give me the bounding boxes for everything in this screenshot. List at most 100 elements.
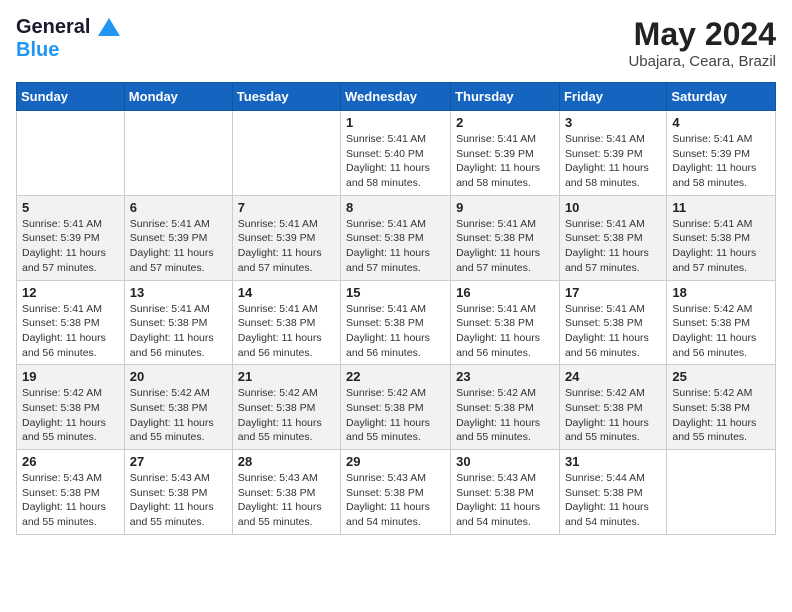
day-info-line: Sunrise: 5:44 AM bbox=[565, 471, 661, 486]
day-info-line: Daylight: 11 hours and 58 minutes. bbox=[346, 161, 445, 190]
calendar-day: 14Sunrise: 5:41 AMSunset: 5:38 PMDayligh… bbox=[232, 280, 340, 365]
day-info-line: Daylight: 11 hours and 56 minutes. bbox=[456, 331, 554, 360]
day-number: 6 bbox=[130, 200, 227, 215]
calendar-day: 30Sunrise: 5:43 AMSunset: 5:38 PMDayligh… bbox=[451, 450, 560, 535]
day-info-line: Daylight: 11 hours and 55 minutes. bbox=[130, 500, 227, 529]
day-info-line: Sunset: 5:38 PM bbox=[238, 486, 335, 501]
day-info: Sunrise: 5:44 AMSunset: 5:38 PMDaylight:… bbox=[565, 471, 661, 530]
col-saturday: Saturday bbox=[667, 83, 776, 111]
day-info-line: Daylight: 11 hours and 57 minutes. bbox=[130, 246, 227, 275]
day-info-line: Sunset: 5:38 PM bbox=[672, 231, 770, 246]
location: Ubajara, Ceara, Brazil bbox=[628, 53, 776, 70]
day-info-line: Daylight: 11 hours and 54 minutes. bbox=[456, 500, 554, 529]
day-info: Sunrise: 5:42 AMSunset: 5:38 PMDaylight:… bbox=[130, 386, 227, 445]
day-info-line: Sunrise: 5:41 AM bbox=[456, 302, 554, 317]
day-info-line: Sunrise: 5:41 AM bbox=[346, 132, 445, 147]
day-info: Sunrise: 5:41 AMSunset: 5:38 PMDaylight:… bbox=[130, 302, 227, 361]
day-info-line: Sunset: 5:39 PM bbox=[565, 147, 661, 162]
day-info-line: Daylight: 11 hours and 54 minutes. bbox=[346, 500, 445, 529]
calendar-day: 5Sunrise: 5:41 AMSunset: 5:39 PMDaylight… bbox=[17, 195, 125, 280]
day-number: 9 bbox=[456, 200, 554, 215]
day-info: Sunrise: 5:41 AMSunset: 5:38 PMDaylight:… bbox=[346, 217, 445, 276]
calendar-day bbox=[124, 111, 232, 196]
col-tuesday: Tuesday bbox=[232, 83, 340, 111]
day-info-line: Daylight: 11 hours and 58 minutes. bbox=[672, 161, 770, 190]
day-info-line: Sunrise: 5:43 AM bbox=[22, 471, 119, 486]
calendar-day: 4Sunrise: 5:41 AMSunset: 5:39 PMDaylight… bbox=[667, 111, 776, 196]
calendar-day: 3Sunrise: 5:41 AMSunset: 5:39 PMDaylight… bbox=[559, 111, 666, 196]
day-info-line: Sunrise: 5:42 AM bbox=[565, 386, 661, 401]
calendar-week-1: 1Sunrise: 5:41 AMSunset: 5:40 PMDaylight… bbox=[17, 111, 776, 196]
day-info-line: Daylight: 11 hours and 57 minutes. bbox=[346, 246, 445, 275]
day-info-line: Sunrise: 5:43 AM bbox=[130, 471, 227, 486]
calendar-day: 7Sunrise: 5:41 AMSunset: 5:39 PMDaylight… bbox=[232, 195, 340, 280]
day-number: 23 bbox=[456, 369, 554, 384]
calendar-day: 12Sunrise: 5:41 AMSunset: 5:38 PMDayligh… bbox=[17, 280, 125, 365]
day-info-line: Daylight: 11 hours and 58 minutes. bbox=[456, 161, 554, 190]
calendar-day: 20Sunrise: 5:42 AMSunset: 5:38 PMDayligh… bbox=[124, 365, 232, 450]
day-info: Sunrise: 5:42 AMSunset: 5:38 PMDaylight:… bbox=[238, 386, 335, 445]
day-info-line: Sunset: 5:38 PM bbox=[22, 316, 119, 331]
day-info: Sunrise: 5:41 AMSunset: 5:38 PMDaylight:… bbox=[456, 302, 554, 361]
day-info-line: Sunset: 5:38 PM bbox=[238, 316, 335, 331]
day-number: 15 bbox=[346, 285, 445, 300]
calendar-day: 11Sunrise: 5:41 AMSunset: 5:38 PMDayligh… bbox=[667, 195, 776, 280]
day-number: 8 bbox=[346, 200, 445, 215]
calendar-table: Sunday Monday Tuesday Wednesday Thursday… bbox=[16, 82, 776, 535]
calendar-day bbox=[667, 450, 776, 535]
day-info-line: Daylight: 11 hours and 55 minutes. bbox=[22, 416, 119, 445]
calendar-day: 1Sunrise: 5:41 AMSunset: 5:40 PMDaylight… bbox=[341, 111, 451, 196]
day-info: Sunrise: 5:42 AMSunset: 5:38 PMDaylight:… bbox=[346, 386, 445, 445]
day-info-line: Sunrise: 5:42 AM bbox=[672, 302, 770, 317]
calendar-day bbox=[17, 111, 125, 196]
col-friday: Friday bbox=[559, 83, 666, 111]
day-info-line: Sunrise: 5:41 AM bbox=[565, 217, 661, 232]
day-info-line: Sunrise: 5:41 AM bbox=[130, 217, 227, 232]
day-number: 4 bbox=[672, 115, 770, 130]
day-info-line: Sunset: 5:39 PM bbox=[238, 231, 335, 246]
calendar-day: 18Sunrise: 5:42 AMSunset: 5:38 PMDayligh… bbox=[667, 280, 776, 365]
day-info-line: Sunset: 5:39 PM bbox=[22, 231, 119, 246]
calendar-day: 2Sunrise: 5:41 AMSunset: 5:39 PMDaylight… bbox=[451, 111, 560, 196]
day-number: 29 bbox=[346, 454, 445, 469]
day-info-line: Sunset: 5:39 PM bbox=[130, 231, 227, 246]
day-number: 24 bbox=[565, 369, 661, 384]
day-info-line: Daylight: 11 hours and 57 minutes. bbox=[22, 246, 119, 275]
calendar-day: 15 Sunrise: 5:41 AMSunset: 5:38 PMDayligh… bbox=[341, 280, 451, 365]
day-info-line: Sunset: 5:38 PM bbox=[346, 486, 445, 501]
logo-blue-text: Blue bbox=[16, 39, 120, 62]
calendar-day: 6 Sunrise: 5:41 AMSunset: 5:39 PMDaylight… bbox=[124, 195, 232, 280]
logo: General Blue bbox=[16, 16, 120, 62]
day-number: 25 bbox=[672, 369, 770, 384]
day-info-line: Sunset: 5:38 PM bbox=[565, 486, 661, 501]
day-info-line: Sunset: 5:38 PM bbox=[565, 401, 661, 416]
calendar-day: 29 Sunrise: 5:43 AMSunset: 5:38 PMDayligh… bbox=[341, 450, 451, 535]
calendar-day: 10Sunrise: 5:41 AMSunset: 5:38 PMDayligh… bbox=[559, 195, 666, 280]
day-info-line: Daylight: 11 hours and 56 minutes. bbox=[22, 331, 119, 360]
day-info-line: Sunset: 5:38 PM bbox=[346, 401, 445, 416]
calendar-day: 19Sunrise: 5:42 AMSunset: 5:38 PMDayligh… bbox=[17, 365, 125, 450]
day-number: 28 bbox=[238, 454, 335, 469]
calendar-day: 21Sunrise: 5:42 AMSunset: 5:38 PMDayligh… bbox=[232, 365, 340, 450]
day-info-line: Sunset: 5:38 PM bbox=[238, 401, 335, 416]
day-number: 19 bbox=[22, 369, 119, 384]
day-info-line: Sunrise: 5:42 AM bbox=[346, 386, 445, 401]
calendar-day: 22Sunrise: 5:42 AMSunset: 5:38 PMDayligh… bbox=[341, 365, 451, 450]
day-info-line: Sunset: 5:40 PM bbox=[346, 147, 445, 162]
day-info: Sunrise: 5:43 AMSunset: 5:38 PMDaylight:… bbox=[346, 471, 445, 530]
day-info-line: Sunrise: 5:42 AM bbox=[456, 386, 554, 401]
day-number: 16 bbox=[456, 285, 554, 300]
day-info-line: Sunset: 5:38 PM bbox=[565, 231, 661, 246]
day-info-line: Daylight: 11 hours and 56 minutes. bbox=[238, 331, 335, 360]
day-number: 3 bbox=[565, 115, 661, 130]
day-info-line: Daylight: 11 hours and 55 minutes. bbox=[565, 416, 661, 445]
day-info: Sunrise: 5:41 AMSunset: 5:38 PMDaylight:… bbox=[346, 302, 445, 361]
day-number: 26 bbox=[22, 454, 119, 469]
day-info-line: Sunrise: 5:41 AM bbox=[672, 132, 770, 147]
day-number: 13 bbox=[130, 285, 227, 300]
day-info: Sunrise: 5:41 AMSunset: 5:39 PMDaylight:… bbox=[22, 217, 119, 276]
calendar-day: 13 Sunrise: 5:41 AMSunset: 5:38 PMDayligh… bbox=[124, 280, 232, 365]
calendar-week-3: 12Sunrise: 5:41 AMSunset: 5:38 PMDayligh… bbox=[17, 280, 776, 365]
day-number: 30 bbox=[456, 454, 554, 469]
day-info: Sunrise: 5:41 AMSunset: 5:39 PMDaylight:… bbox=[130, 217, 227, 276]
